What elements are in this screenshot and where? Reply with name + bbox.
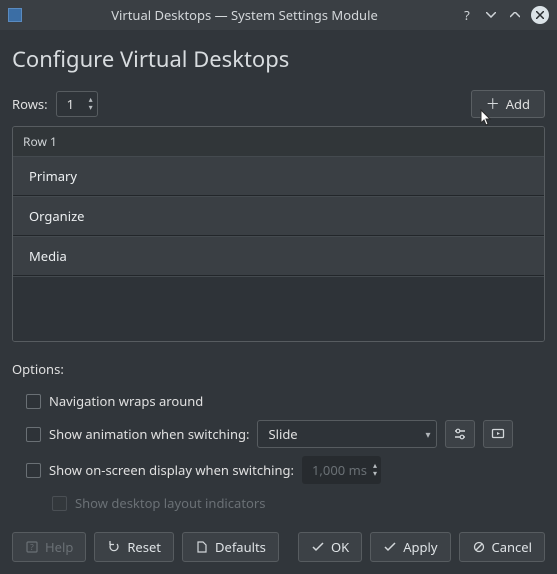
maximize-icon[interactable] (507, 7, 523, 23)
layout-indicators-label: Show desktop layout indicators (75, 494, 265, 512)
spin-arrows: ▴ ▾ (373, 462, 377, 478)
list-item-label: Primary (29, 167, 77, 185)
minimize-icon[interactable] (483, 7, 499, 23)
ok-button-label: OK (331, 538, 349, 556)
osd-duration-value: 1,000 ms (312, 461, 367, 479)
cancel-icon (472, 541, 486, 553)
list-item[interactable]: Organize (13, 196, 544, 236)
help-button[interactable]: ? Help (12, 532, 86, 562)
titlebar: Virtual Desktops — System Settings Modul… (0, 0, 557, 30)
animation-select-value: Slide (268, 425, 425, 443)
animation-select[interactable]: Slide ▾ (257, 420, 437, 448)
rows-spinbox[interactable]: 1 ▴ ▾ (56, 91, 98, 117)
add-button[interactable]: ＋ Add (471, 90, 545, 118)
app-icon (8, 8, 22, 22)
help-icon: ? (25, 541, 39, 553)
list-item-label: Organize (29, 207, 85, 225)
preview-icon (491, 427, 505, 441)
svg-text:?: ? (30, 542, 34, 553)
show-osd-checkbox[interactable] (26, 463, 41, 478)
list-empty-area (13, 276, 544, 341)
chevron-down-icon: ▾ (373, 470, 377, 478)
configure-animation-button[interactable] (445, 420, 475, 448)
button-bar: ? Help Reset Defaults OK A (12, 532, 545, 562)
nav-wrap-checkbox[interactable] (26, 394, 41, 409)
row-header: Row 1 (13, 127, 544, 156)
defaults-button-label: Defaults (215, 538, 266, 556)
list-item[interactable]: Media (13, 236, 544, 276)
rows-value: 1 (67, 95, 83, 113)
chevron-down-icon: ▾ (425, 427, 430, 441)
cancel-button[interactable]: Cancel (459, 532, 545, 562)
reset-button-label: Reset (127, 538, 161, 556)
window-title: Virtual Desktops — System Settings Modul… (30, 6, 459, 24)
help-icon[interactable]: ? (459, 7, 475, 23)
layout-indicators-checkbox (52, 496, 67, 511)
document-icon (195, 541, 209, 553)
sliders-icon (453, 427, 467, 441)
reset-button[interactable]: Reset (94, 532, 174, 562)
desktop-list: Row 1 Primary Organize Media (12, 126, 545, 342)
undo-icon (107, 541, 121, 553)
chevron-down-icon[interactable]: ▾ (89, 104, 93, 112)
show-animation-checkbox[interactable] (26, 427, 41, 442)
check-icon (311, 542, 325, 552)
apply-button-label: Apply (403, 538, 437, 556)
cancel-button-label: Cancel (492, 538, 532, 556)
rows-label: Rows: (12, 95, 48, 113)
options-label: Options: (12, 360, 545, 378)
osd-duration-spinbox: 1,000 ms ▴ ▾ (302, 456, 381, 484)
spin-arrows[interactable]: ▴ ▾ (89, 96, 93, 112)
add-button-label: Add (506, 95, 530, 113)
list-item[interactable]: Primary (13, 156, 544, 196)
show-osd-label: Show on-screen display when switching: (49, 461, 294, 479)
plus-icon: ＋ (486, 94, 500, 114)
help-button-label: Help (45, 538, 73, 556)
list-item-label: Media (29, 247, 67, 265)
check-icon (383, 542, 397, 552)
nav-wrap-label: Navigation wraps around (49, 392, 203, 410)
show-animation-label: Show animation when switching: (49, 425, 249, 443)
apply-button[interactable]: Apply (370, 532, 450, 562)
close-icon[interactable] (531, 6, 549, 24)
ok-button[interactable]: OK (298, 532, 362, 562)
defaults-button[interactable]: Defaults (182, 532, 279, 562)
page-title: Configure Virtual Desktops (12, 44, 545, 74)
preview-animation-button[interactable] (483, 420, 513, 448)
